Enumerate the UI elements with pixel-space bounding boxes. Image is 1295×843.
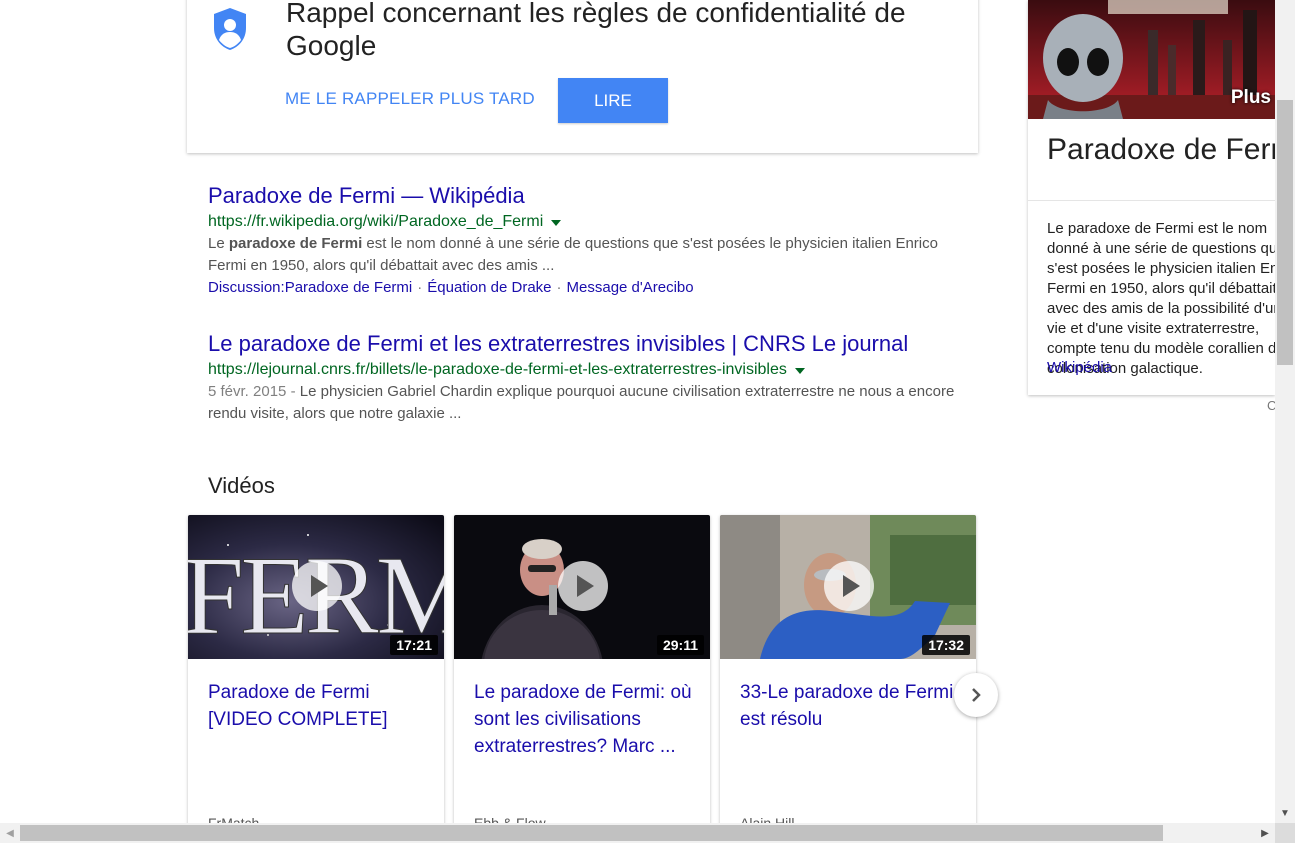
result-date: 5 févr. 2015 (208, 383, 287, 400)
scroll-down-arrow-icon[interactable]: ▼ (1275, 803, 1295, 823)
privacy-reminder-card: Rappel concernant les règles de confiden… (187, 0, 978, 153)
snippet-text: Le physicien Gabriel Chardin explique po… (208, 383, 955, 422)
video-title[interactable]: Paradoxe de Fermi [VIDEO COMPLETE] (208, 679, 428, 733)
video-thumbnail[interactable]: 17:32 (720, 515, 976, 659)
video-card[interactable]: 17:32 33-Le paradoxe de Fermi est résolu… (720, 515, 976, 835)
knowledge-panel-source-link[interactable]: Wikipédia (1047, 359, 1112, 376)
snippet-text: Le (208, 235, 229, 252)
chevron-right-icon[interactable] (954, 673, 998, 717)
videos-heading: Vidéos (208, 473, 275, 498)
result-snippet: 5 févr. 2015 - Le physicien Gabriel Char… (208, 381, 968, 425)
video-card[interactable]: 29:11 Le paradoxe de Fermi: où sont les … (454, 515, 710, 835)
video-card[interactable]: FERMI 17:21 Paradoxe de Fermi [VIDEO COM… (188, 515, 444, 835)
shield-user-icon (214, 8, 246, 50)
knowledge-panel-title: Paradoxe de Fermi (1047, 133, 1275, 166)
result-url-text: https://fr.wikipedia.org/wiki/Paradoxe_d… (208, 213, 544, 230)
video-title[interactable]: Le paradoxe de Fermi: où sont les civili… (474, 679, 694, 760)
vertical-scrollbar-thumb[interactable] (1277, 100, 1293, 365)
sitelink[interactable]: Discussion:Paradoxe de Fermi (208, 279, 412, 296)
play-icon[interactable] (824, 561, 874, 611)
sitelinks: Discussion:Paradoxe de Fermi · Équation de… (208, 277, 968, 299)
knowledge-panel-description: Le paradoxe de Fermi est le nom donné à … (1047, 220, 1275, 377)
vertical-scrollbar[interactable]: ▼ (1275, 0, 1295, 823)
result-url: https://fr.wikipedia.org/wiki/Paradoxe_d… (208, 211, 968, 233)
privacy-reminder-title: Rappel concernant les règles de confiden… (286, 0, 906, 61)
url-dropdown-icon[interactable] (551, 220, 562, 226)
video-title[interactable]: 33-Le paradoxe de Fermi est résolu (740, 679, 960, 733)
more-images-button[interactable]: Plus (1231, 87, 1271, 109)
divider (1028, 200, 1275, 201)
search-result: Le paradoxe de Fermi et les extraterrest… (208, 331, 968, 425)
knowledge-panel: Plus Paradoxe de Fermi Le paradoxe de Fe… (1028, 0, 1275, 395)
sitelink[interactable]: Équation de Drake (427, 279, 551, 296)
video-duration: 17:32 (922, 635, 970, 655)
result-title-link[interactable]: Paradoxe de Fermi — Wikipédia (208, 183, 968, 209)
separator: · (556, 279, 562, 296)
video-thumbnail[interactable]: 29:11 (454, 515, 710, 659)
horizontal-scrollbar[interactable]: ◀ ▶ (0, 823, 1275, 843)
knowledge-panel-image[interactable]: Plus (1028, 0, 1275, 119)
video-duration: 17:21 (390, 635, 438, 655)
scroll-left-arrow-icon[interactable]: ◀ (0, 823, 20, 843)
result-snippet: Le paradoxe de Fermi est le nom donné à … (208, 233, 968, 277)
separator: · (417, 279, 423, 296)
play-icon[interactable] (558, 561, 608, 611)
search-result: Paradoxe de Fermi — Wikipédia https://fr… (208, 183, 968, 299)
horizontal-scrollbar-thumb[interactable] (20, 825, 1163, 841)
remind-later-button[interactable]: ME LE RAPPELER PLUS TARD (285, 89, 535, 109)
result-url-text: https://lejournal.cnrs.fr/billets/le-par… (208, 361, 787, 378)
scrollbar-corner (1275, 823, 1295, 843)
result-url: https://lejournal.cnrs.fr/billets/le-par… (208, 359, 968, 381)
result-title-link[interactable]: Le paradoxe de Fermi et les extraterrest… (208, 331, 968, 357)
sitelink[interactable]: Message d'Arecibo (567, 279, 694, 296)
play-icon[interactable] (292, 561, 342, 611)
video-thumbnail[interactable]: FERMI 17:21 (188, 515, 444, 659)
read-button[interactable]: LIRE (558, 78, 668, 123)
date-separator: - (286, 383, 300, 400)
video-duration: 29:11 (656, 635, 704, 655)
scroll-right-arrow-icon[interactable]: ▶ (1255, 823, 1275, 843)
snippet-highlight: paradoxe de Fermi (228, 235, 363, 252)
url-dropdown-icon[interactable] (794, 368, 805, 374)
